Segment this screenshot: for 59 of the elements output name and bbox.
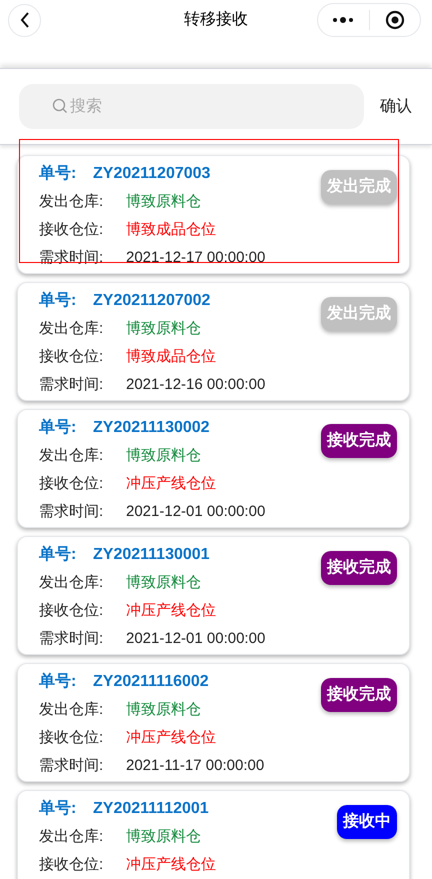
order-number-label: 单号: <box>39 672 78 692</box>
status-badge: 接收中 <box>337 805 397 839</box>
field-label: 发出仓库: <box>39 572 104 593</box>
search-icon <box>52 98 68 114</box>
source-warehouse: 博致原料仓 <box>126 826 201 847</box>
source-warehouse: 博致原料仓 <box>126 446 201 466</box>
field-label: 接收仓位: <box>39 346 104 367</box>
order-number: ZY20211112001 <box>93 799 209 819</box>
status-badge: 发出完成 <box>321 170 397 204</box>
field-label: 需求时间: <box>39 502 104 522</box>
page-title: 转移接收 <box>184 10 248 30</box>
order-number: ZY20211207003 <box>93 164 210 184</box>
target-location: 博致成品仓位 <box>126 220 216 240</box>
status-badge: 发出完成 <box>321 297 397 331</box>
required-time: 2021-11-17 00:00:00 <box>126 756 264 776</box>
order-number-label: 单号: <box>39 290 78 311</box>
field-label: 接收仓位: <box>39 474 104 494</box>
source-warehouse: 博致原料仓 <box>126 700 201 720</box>
back-icon <box>20 12 30 28</box>
field-label: 需求时间: <box>39 628 104 649</box>
field-label: 接收仓位: <box>39 600 104 621</box>
order-number: ZY20211116002 <box>93 672 209 692</box>
order-number: ZY20211130001 <box>93 545 210 565</box>
field-label: 需求时间: <box>39 374 104 395</box>
more-icon <box>332 17 354 23</box>
target-location: 冲压产线仓位 <box>126 854 216 875</box>
order-number: ZY20211207002 <box>93 291 210 311</box>
field-label: 需求时间: <box>39 756 104 776</box>
required-time: 2021-12-16 00:00:00 <box>126 374 266 395</box>
target-location: 冲压产线仓位 <box>126 474 216 494</box>
source-warehouse: 博致原料仓 <box>126 318 201 339</box>
field-label: 接收仓位: <box>39 728 104 748</box>
field-label: 发出仓库: <box>39 700 104 720</box>
field-label: 发出仓库: <box>39 826 104 847</box>
order-number-label: 单号: <box>39 164 78 184</box>
order-number: ZY20211130002 <box>93 418 210 438</box>
target-location: 冲压产线仓位 <box>126 728 216 748</box>
required-time: 2021-12-01 00:00:00 <box>126 502 266 522</box>
source-warehouse: 博致原料仓 <box>126 572 201 593</box>
source-warehouse: 博致原料仓 <box>126 192 201 212</box>
back-button[interactable] <box>8 4 41 36</box>
field-label: 接收仓位: <box>39 220 104 240</box>
field-label: 发出仓库: <box>39 318 104 339</box>
field-label: 接收仓位: <box>39 854 104 875</box>
search-field[interactable]: 搜索 <box>19 84 364 129</box>
target-location: 博致成品仓位 <box>126 346 216 367</box>
target-icon <box>384 10 405 30</box>
target-location: 冲压产线仓位 <box>126 600 216 621</box>
order-number-label: 单号: <box>39 544 78 565</box>
order-number-label: 单号: <box>39 798 78 819</box>
field-label: 发出仓库: <box>39 192 104 212</box>
status-badge: 接收完成 <box>321 551 397 585</box>
status-badge: 接收完成 <box>321 678 397 712</box>
order-number-label: 单号: <box>39 418 78 438</box>
required-time: 2021-12-17 00:00:00 <box>126 248 266 268</box>
field-label: 发出仓库: <box>39 446 104 466</box>
required-time: 2021-12-01 00:00:00 <box>126 628 266 649</box>
confirm-button[interactable]: 确认 <box>380 94 412 118</box>
status-badge: 接收完成 <box>321 424 397 458</box>
